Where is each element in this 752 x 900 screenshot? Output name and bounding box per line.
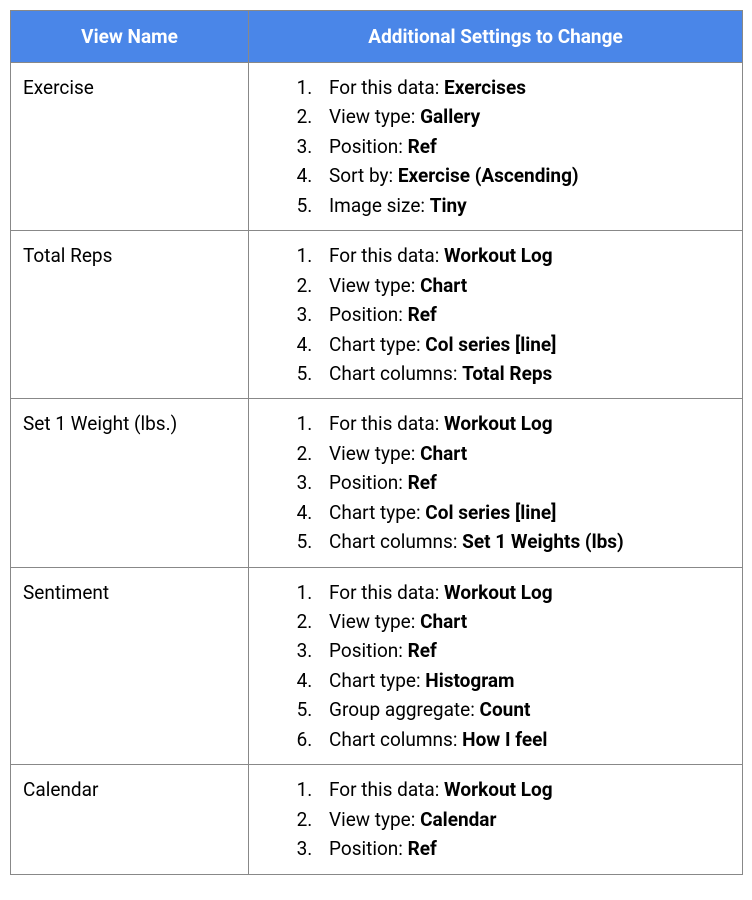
settings-list-item: Chart type: Col series [line]: [317, 498, 730, 527]
setting-label: View type:: [329, 105, 415, 128]
setting-value: Chart: [420, 274, 467, 297]
setting-value: Workout Log: [444, 778, 553, 801]
setting-value: Calendar: [420, 808, 496, 831]
settings-list-item: View type: Calendar: [317, 805, 730, 834]
setting-label: View type:: [329, 274, 415, 297]
table-row: SentimentFor this data: Workout LogView …: [11, 567, 743, 765]
setting-value: Exercise (Ascending): [398, 164, 579, 187]
setting-value: Gallery: [420, 105, 480, 128]
settings-list-item: For this data: Workout Log: [317, 775, 730, 804]
header-view-name: View Name: [11, 11, 249, 63]
setting-value: Chart: [420, 610, 467, 633]
view-name-cell: Exercise: [11, 63, 249, 231]
setting-value: Workout Log: [444, 412, 553, 435]
setting-value: Exercises: [444, 76, 526, 99]
setting-label: Chart type:: [329, 501, 421, 524]
setting-value: Ref: [408, 471, 437, 494]
view-name-cell: Total Reps: [11, 231, 249, 399]
settings-list-item: Position: Ref: [317, 468, 730, 497]
view-name-cell: Calendar: [11, 765, 249, 874]
setting-label: View type:: [329, 808, 415, 831]
setting-label: Position:: [329, 135, 403, 158]
settings-list: For this data: Workout LogView type: Cal…: [249, 775, 730, 863]
setting-value: Tiny: [430, 194, 467, 217]
setting-label: For this data:: [329, 244, 439, 267]
setting-label: View type:: [329, 610, 415, 633]
settings-list-item: Chart type: Col series [line]: [317, 330, 730, 359]
table-row: Total RepsFor this data: Workout LogView…: [11, 231, 743, 399]
settings-list-item: Position: Ref: [317, 636, 730, 665]
settings-list: For this data: ExercisesView type: Galle…: [249, 73, 730, 220]
settings-cell: For this data: Workout LogView type: Cha…: [249, 231, 743, 399]
setting-label: Chart type:: [329, 669, 421, 692]
setting-label: Chart columns:: [329, 728, 457, 751]
view-name-cell: Set 1 Weight (lbs.): [11, 399, 249, 567]
setting-value: Ref: [408, 837, 437, 860]
settings-cell: For this data: Workout LogView type: Cha…: [249, 399, 743, 567]
setting-label: View type:: [329, 442, 415, 465]
setting-label: Chart columns:: [329, 362, 457, 385]
settings-list-item: For this data: Workout Log: [317, 578, 730, 607]
settings-cell: For this data: Workout LogView type: Cha…: [249, 567, 743, 765]
setting-label: Chart columns:: [329, 530, 457, 553]
setting-label: Position:: [329, 471, 403, 494]
settings-list: For this data: Workout LogView type: Cha…: [249, 241, 730, 388]
settings-list-item: Position: Ref: [317, 300, 730, 329]
setting-value: Set 1 Weights (lbs): [462, 530, 624, 553]
setting-label: Chart type:: [329, 333, 421, 356]
settings-list-item: View type: Chart: [317, 271, 730, 300]
setting-label: Group aggregate:: [329, 698, 475, 721]
settings-list-item: Chart type: Histogram: [317, 666, 730, 695]
settings-cell: For this data: ExercisesView type: Galle…: [249, 63, 743, 231]
settings-list-item: For this data: Workout Log: [317, 241, 730, 270]
setting-label: Position:: [329, 837, 403, 860]
settings-cell: For this data: Workout LogView type: Cal…: [249, 765, 743, 874]
setting-value: Ref: [408, 135, 437, 158]
setting-value: Col series [line]: [425, 333, 556, 356]
settings-list-item: View type: Chart: [317, 607, 730, 636]
table-row: Set 1 Weight (lbs.) For this data: Workou…: [11, 399, 743, 567]
setting-label: Position:: [329, 639, 403, 662]
setting-value: Workout Log: [444, 581, 553, 604]
settings-list-item: Position: Ref: [317, 132, 730, 161]
settings-list-item: View type: Gallery: [317, 102, 730, 131]
view-name-cell: Sentiment: [11, 567, 249, 765]
setting-value: Workout Log: [444, 244, 553, 267]
setting-label: Position:: [329, 303, 403, 326]
table-header-row: View Name Additional Settings to Change: [11, 11, 743, 63]
settings-list-item: Position: Ref: [317, 834, 730, 863]
settings-table: View Name Additional Settings to Change …: [10, 10, 743, 875]
setting-value: Histogram: [425, 669, 514, 692]
settings-list: For this data: Workout LogView type: Cha…: [249, 409, 730, 556]
setting-label: For this data:: [329, 778, 439, 801]
settings-list-item: For this data: Exercises: [317, 73, 730, 102]
setting-value: How I feel: [462, 728, 547, 751]
setting-label: For this data:: [329, 76, 439, 99]
setting-value: Total Reps: [462, 362, 552, 385]
settings-list-item: Image size: Tiny: [317, 191, 730, 220]
setting-label: Sort by:: [329, 164, 393, 187]
setting-label: Image size:: [329, 194, 425, 217]
settings-list-item: For this data: Workout Log: [317, 409, 730, 438]
table-row: CalendarFor this data: Workout LogView t…: [11, 765, 743, 874]
setting-value: Count: [480, 698, 531, 721]
header-settings: Additional Settings to Change: [249, 11, 743, 63]
settings-list-item: View type: Chart: [317, 439, 730, 468]
settings-list-item: Group aggregate: Count: [317, 695, 730, 724]
settings-list: For this data: Workout LogView type: Cha…: [249, 578, 730, 755]
settings-list-item: Chart columns: Total Reps: [317, 359, 730, 388]
settings-list-item: Chart columns: How I feel: [317, 725, 730, 754]
setting-value: Col series [line]: [425, 501, 556, 524]
setting-value: Ref: [408, 303, 437, 326]
setting-value: Ref: [408, 639, 437, 662]
setting-label: For this data:: [329, 412, 439, 435]
setting-label: For this data:: [329, 581, 439, 604]
settings-list-item: Sort by: Exercise (Ascending): [317, 161, 730, 190]
table-row: ExerciseFor this data: ExercisesView typ…: [11, 63, 743, 231]
setting-value: Chart: [420, 442, 467, 465]
settings-list-item: Chart columns: Set 1 Weights (lbs): [317, 527, 730, 556]
